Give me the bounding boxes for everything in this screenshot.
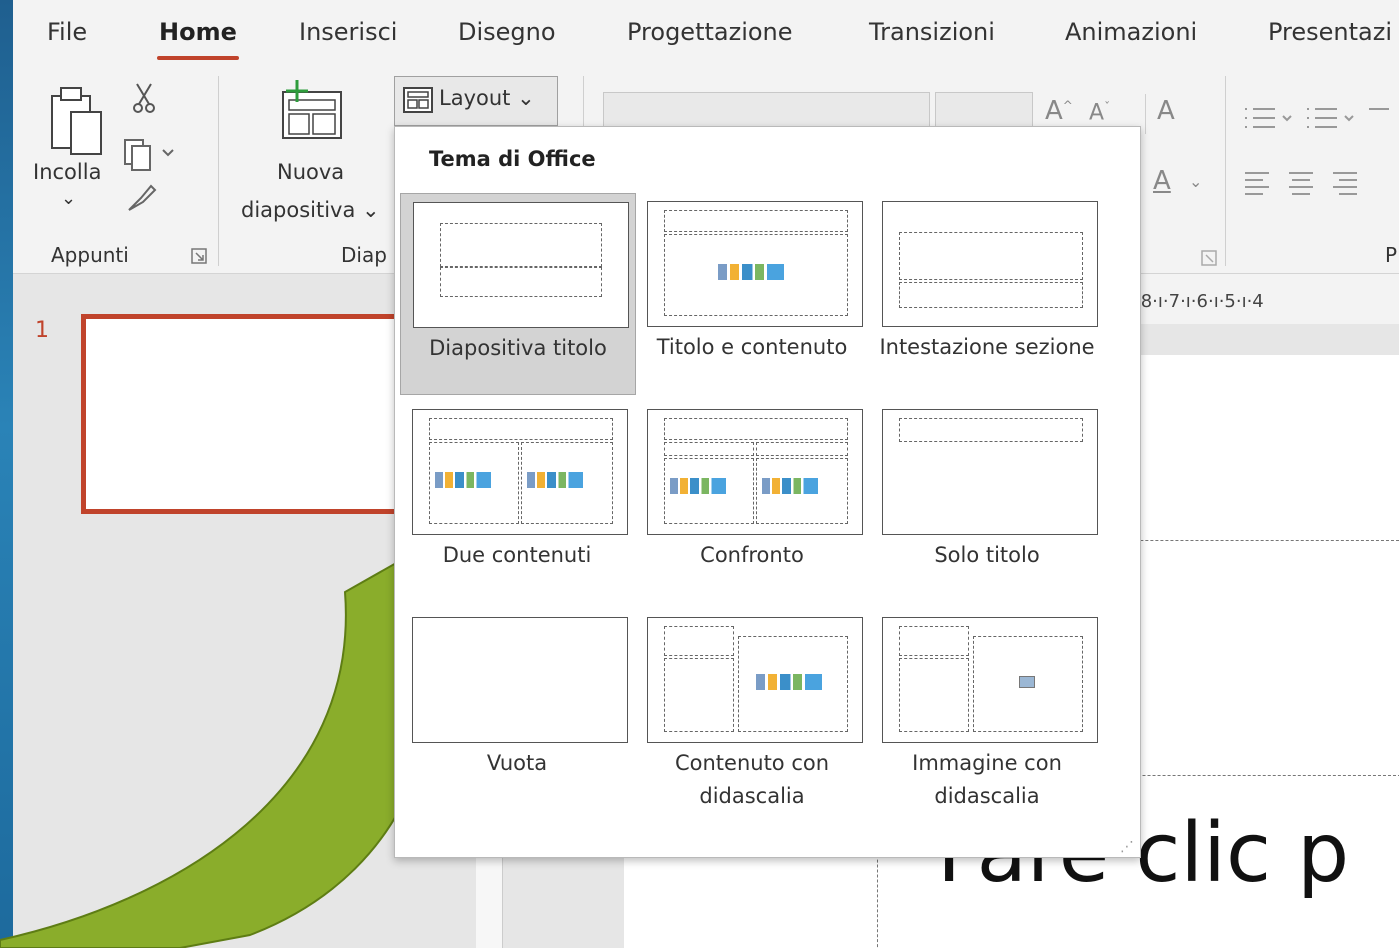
layout-thumbnail [413, 202, 629, 328]
cut-icon[interactable] [131, 82, 157, 114]
layout-icon [403, 87, 433, 113]
content-icons [718, 264, 784, 280]
layout-solo-titolo[interactable]: Solo titolo [870, 401, 1104, 601]
layout-intestazione-sezione[interactable]: Intestazione sezione [870, 193, 1104, 393]
content-icons [756, 674, 822, 690]
tab-transizioni[interactable]: Transizioni [869, 18, 995, 46]
caption-box [664, 658, 734, 732]
layout-label: Contenuto con didascalia [674, 751, 830, 808]
tab-presentazione[interactable]: Presentazi [1268, 18, 1392, 46]
new-slide-label-line2[interactable]: diapositiva ⌄ [241, 198, 380, 222]
layout-thumbnail [647, 201, 863, 327]
decrease-font-icon[interactable]: Aˇ [1089, 100, 1110, 125]
horizontal-ruler: ·8·ı·7·ı·6·ı·5·ı·4 [1135, 274, 1399, 324]
ribbon-tabs: File Home Inserisci Disegno Progettazion… [13, 0, 1399, 68]
copy-icon[interactable] [123, 136, 177, 172]
content-icons [527, 472, 583, 488]
text-box [899, 282, 1083, 308]
layout-dropdown: Tema di Office Diapositiva titolo Titolo… [394, 126, 1141, 858]
layout-diapositiva-titolo[interactable]: Diapositiva titolo [400, 193, 636, 395]
layout-titolo-e-contenuto[interactable]: Titolo e contenuto [635, 193, 869, 393]
layout-label: Vuota [486, 751, 548, 775]
tab-file[interactable]: File [47, 18, 87, 46]
separator [1145, 94, 1146, 134]
layout-label: Diapositiva titolo [429, 336, 607, 360]
layout-label: Due contenuti [442, 543, 592, 567]
layout-label: Immagine con didascalia [912, 751, 1062, 808]
font-name-box[interactable] [603, 92, 930, 130]
slides-group-label: Diap [341, 243, 387, 267]
title-box [440, 223, 602, 267]
layout-thumbnail [882, 409, 1098, 535]
tab-animazioni[interactable]: Animazioni [1065, 18, 1197, 46]
font-color-dropdown-arrow[interactable]: ⌄ [1189, 172, 1202, 191]
layout-label: Confronto [700, 543, 804, 567]
format-painter-icon[interactable] [125, 182, 159, 214]
tab-progettazione[interactable]: Progettazione [627, 18, 793, 46]
slide-number: 1 [35, 318, 49, 343]
layout-due-contenuti[interactable]: Due contenuti [400, 401, 634, 601]
layout-thumbnail [647, 409, 863, 535]
tab-disegno[interactable]: Disegno [458, 18, 556, 46]
layout-thumbnail [412, 617, 628, 743]
layout-thumbnail [412, 409, 628, 535]
layout-dropdown-title: Tema di Office [429, 147, 596, 171]
picture-icon [1019, 676, 1035, 688]
layout-label: Solo titolo [934, 543, 1040, 567]
content-icons [670, 478, 726, 494]
title-box [899, 232, 1083, 280]
dialog-launcher-icon[interactable] [191, 248, 207, 264]
active-tab-indicator [157, 56, 239, 60]
layout-thumbnail [882, 201, 1098, 327]
increase-font-icon[interactable]: A^ [1045, 96, 1073, 126]
layout-thumbnail [647, 617, 863, 743]
paragraph-group-label: P [1385, 243, 1398, 267]
bullets-numbering-icons[interactable] [1241, 104, 1399, 134]
font-color-icon[interactable]: A [1153, 166, 1171, 196]
dialog-launcher-icon[interactable] [1201, 250, 1217, 266]
new-slide-icon[interactable] [275, 78, 355, 148]
tab-home[interactable]: Home [159, 18, 237, 46]
layout-button[interactable]: Layout ⌄ [394, 76, 558, 126]
subtitle-box [440, 267, 602, 297]
layout-immagine-con-didascalia[interactable]: Immagine con didascalia [870, 609, 1104, 809]
clipboard-group-label: Appunti [51, 243, 129, 267]
caption-box [899, 658, 969, 732]
paste-icon[interactable] [49, 82, 109, 158]
heading-left [664, 442, 754, 456]
heading-right [756, 442, 848, 456]
title-box [664, 210, 848, 232]
font-size-box[interactable] [935, 92, 1033, 130]
group-separator [218, 76, 219, 266]
layout-label: Titolo e contenuto [656, 335, 848, 359]
content-icons [762, 478, 818, 494]
layout-vuota[interactable]: Vuota [400, 609, 634, 809]
clear-formatting-icon[interactable]: A [1157, 96, 1175, 126]
title-box [899, 418, 1083, 442]
layout-contenuto-con-didascalia[interactable]: Contenuto con didascalia [635, 609, 869, 809]
resize-grip-icon[interactable]: ⋰ [1120, 839, 1134, 855]
paste-label[interactable]: Incolla [33, 160, 101, 184]
alignment-icons[interactable] [1241, 168, 1399, 198]
layout-label: Intestazione sezione [879, 335, 1095, 359]
title-box [664, 418, 848, 440]
layout-confronto[interactable]: Confronto [635, 401, 869, 601]
new-slide-label-line1[interactable]: Nuova [277, 160, 344, 184]
layout-thumbnail [882, 617, 1098, 743]
group-separator [1225, 76, 1226, 266]
title-box [899, 626, 969, 656]
title-box [429, 418, 613, 440]
slide-thumbnail[interactable] [81, 314, 411, 514]
title-box [664, 626, 734, 656]
content-icons [435, 472, 491, 488]
paste-dropdown-arrow[interactable]: ⌄ [61, 188, 76, 209]
layout-button-label: Layout ⌄ [439, 86, 535, 110]
tab-inserisci[interactable]: Inserisci [299, 18, 397, 46]
